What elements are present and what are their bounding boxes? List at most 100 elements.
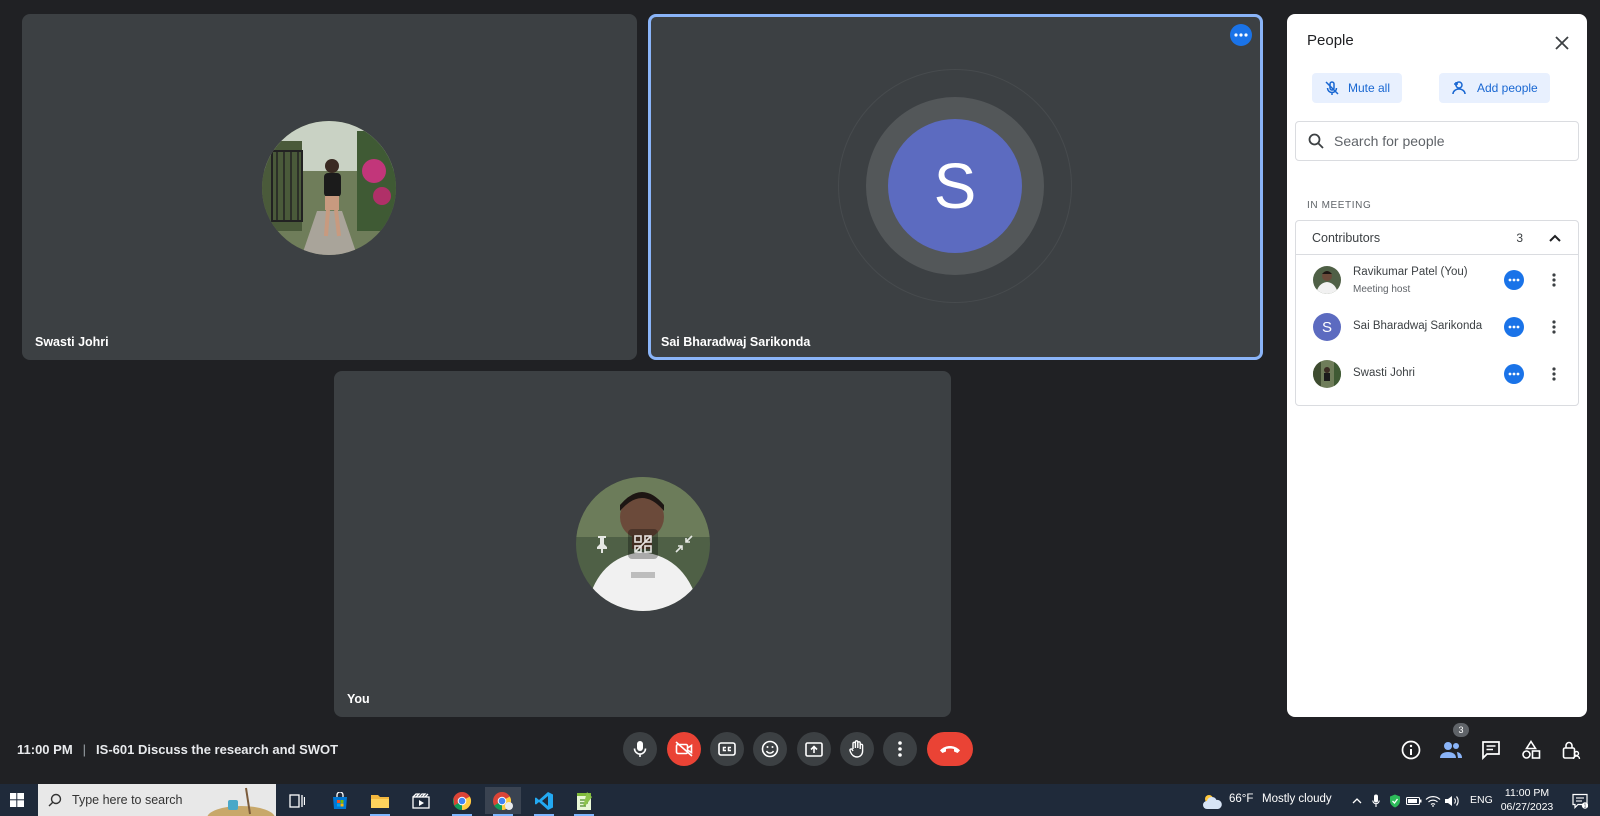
weather-description[interactable]: Mostly cloudy	[1262, 793, 1332, 805]
you-avatar-photo	[576, 477, 710, 611]
shapes-icon	[1522, 740, 1541, 759]
search-people-input[interactable]	[1334, 133, 1554, 149]
avatar	[1313, 360, 1341, 388]
clock-time: 11:00 PM	[1504, 787, 1550, 799]
chrome-profile-icon[interactable]	[485, 787, 521, 816]
avatar	[1313, 266, 1341, 294]
participant-name: Ravikumar Patel (You)	[1353, 266, 1468, 278]
avatar: S	[1313, 313, 1341, 341]
search-icon	[48, 793, 62, 807]
kebab-menu-icon[interactable]	[1544, 317, 1564, 337]
vscode-icon[interactable]	[526, 787, 562, 816]
battery-icon[interactable]	[1405, 787, 1423, 814]
notepad-plus-icon[interactable]	[566, 787, 602, 816]
weather-icon[interactable]	[1198, 787, 1226, 814]
input-language[interactable]: ENG	[1470, 794, 1493, 806]
notifications-icon[interactable]: 1	[1566, 787, 1594, 814]
camera-off-button[interactable]	[667, 732, 701, 766]
more-options-button[interactable]	[883, 732, 917, 766]
kebab-menu-icon[interactable]	[1544, 364, 1564, 384]
people-button[interactable]	[1439, 738, 1463, 762]
search-people-field[interactable]	[1295, 121, 1579, 161]
present-icon	[805, 741, 823, 757]
tile-name-label: You	[347, 692, 370, 706]
info-icon	[1401, 740, 1421, 760]
more-actions-icon[interactable]	[1504, 317, 1524, 337]
more-actions-icon[interactable]	[1504, 270, 1524, 290]
mute-all-label: Mute all	[1348, 81, 1391, 95]
chat-icon	[1482, 741, 1500, 760]
participant-row[interactable]: Swasti Johri	[1296, 354, 1578, 394]
tile-swasti-johri[interactable]: Swasti Johri	[22, 14, 637, 360]
leave-call-button[interactable]	[927, 732, 973, 766]
meeting-info-separator: |	[82, 742, 87, 757]
host-controls-button[interactable]	[1559, 738, 1583, 762]
kebab-menu-icon[interactable]	[1544, 270, 1564, 290]
hand-icon	[849, 740, 864, 758]
weather-temperature[interactable]: 66°F	[1229, 793, 1253, 805]
in-meeting-label: IN MEETING	[1307, 200, 1372, 211]
clock-date: 06/27/2023	[1500, 801, 1554, 813]
windows-logo-icon	[10, 793, 24, 807]
contributors-group: Contributors 3 Ravikumar Patel (You) Mee…	[1295, 220, 1579, 406]
participant-role: Meeting host	[1353, 284, 1411, 295]
panel-title: People	[1307, 32, 1354, 49]
emoji-icon	[761, 740, 779, 758]
tile-name-label: Sai Bharadwaj Sarikonda	[661, 335, 811, 349]
tile-name-label: Swasti Johri	[35, 335, 109, 349]
reactions-button[interactable]	[753, 732, 787, 766]
contributors-count: 3	[1516, 231, 1523, 245]
microphone-button[interactable]	[623, 732, 657, 766]
tile-sai-bharadwaj[interactable]: S Sai Bharadwaj Sarikonda	[648, 14, 1263, 360]
security-shield-icon[interactable]	[1386, 787, 1404, 814]
wifi-icon[interactable]	[1424, 787, 1442, 814]
more-actions-icon[interactable]	[1504, 364, 1524, 384]
taskbar-clock[interactable]: 11:00 PM 06/27/2023	[1496, 786, 1558, 814]
svg-text:1: 1	[1584, 803, 1587, 809]
taskbar-search-placeholder: Type here to search	[72, 793, 183, 807]
participant-row[interactable]: Ravikumar Patel (You) Meeting host	[1296, 260, 1578, 300]
add-people-button[interactable]: Add people	[1439, 73, 1550, 103]
more-options-icon[interactable]	[1230, 24, 1252, 46]
participant-row[interactable]: S Sai Bharadwaj Sarikonda	[1296, 307, 1578, 347]
chevron-up-icon[interactable]	[1348, 787, 1366, 814]
meeting-details-button[interactable]	[1399, 738, 1423, 762]
taskbar-search-box[interactable]: Type here to search	[38, 784, 276, 816]
microphone-tray-icon[interactable]	[1367, 787, 1385, 814]
mic-off-icon	[1325, 81, 1339, 95]
search-highlight-illustration	[207, 787, 275, 816]
chrome-icon[interactable]	[444, 787, 480, 816]
present-screen-button[interactable]	[797, 732, 831, 766]
pin-icon[interactable]	[590, 532, 614, 556]
swasti-avatar-photo	[262, 121, 396, 255]
add-people-label: Add people	[1477, 81, 1538, 95]
participant-name: Sai Bharadwaj Sarikonda	[1353, 320, 1483, 332]
chat-button[interactable]	[1479, 738, 1503, 762]
mute-all-button[interactable]: Mute all	[1312, 73, 1403, 103]
windows-start-button[interactable]	[0, 784, 34, 816]
activities-button[interactable]	[1519, 738, 1543, 762]
meeting-info: 11:00 PM | IS-601 Discuss the research a…	[17, 742, 338, 757]
volume-icon[interactable]	[1443, 787, 1461, 814]
meeting-time: 11:00 PM	[17, 742, 73, 757]
captions-icon	[718, 742, 736, 756]
frame-icon[interactable]	[628, 529, 658, 559]
add-person-icon	[1452, 81, 1466, 95]
minimize-icon[interactable]	[672, 532, 696, 556]
tile-you[interactable]: You	[334, 371, 951, 717]
video-editor-icon[interactable]	[403, 787, 439, 814]
task-view-icon[interactable]	[279, 787, 315, 814]
hang-up-icon	[940, 746, 960, 753]
people-icon	[1440, 742, 1462, 758]
sai-letter-avatar: S	[888, 119, 1022, 253]
file-explorer-icon[interactable]	[362, 787, 398, 816]
raise-hand-button[interactable]	[840, 732, 874, 766]
meeting-title: IS-601 Discuss the research and SWOT	[96, 742, 339, 757]
close-icon[interactable]	[1549, 30, 1575, 56]
search-icon	[1308, 133, 1324, 149]
captions-button[interactable]	[710, 732, 744, 766]
chevron-up-icon[interactable]	[1544, 227, 1566, 249]
microsoft-store-icon[interactable]	[322, 787, 358, 814]
kebab-menu-icon	[898, 741, 902, 757]
contributors-header[interactable]: Contributors	[1296, 221, 1578, 255]
